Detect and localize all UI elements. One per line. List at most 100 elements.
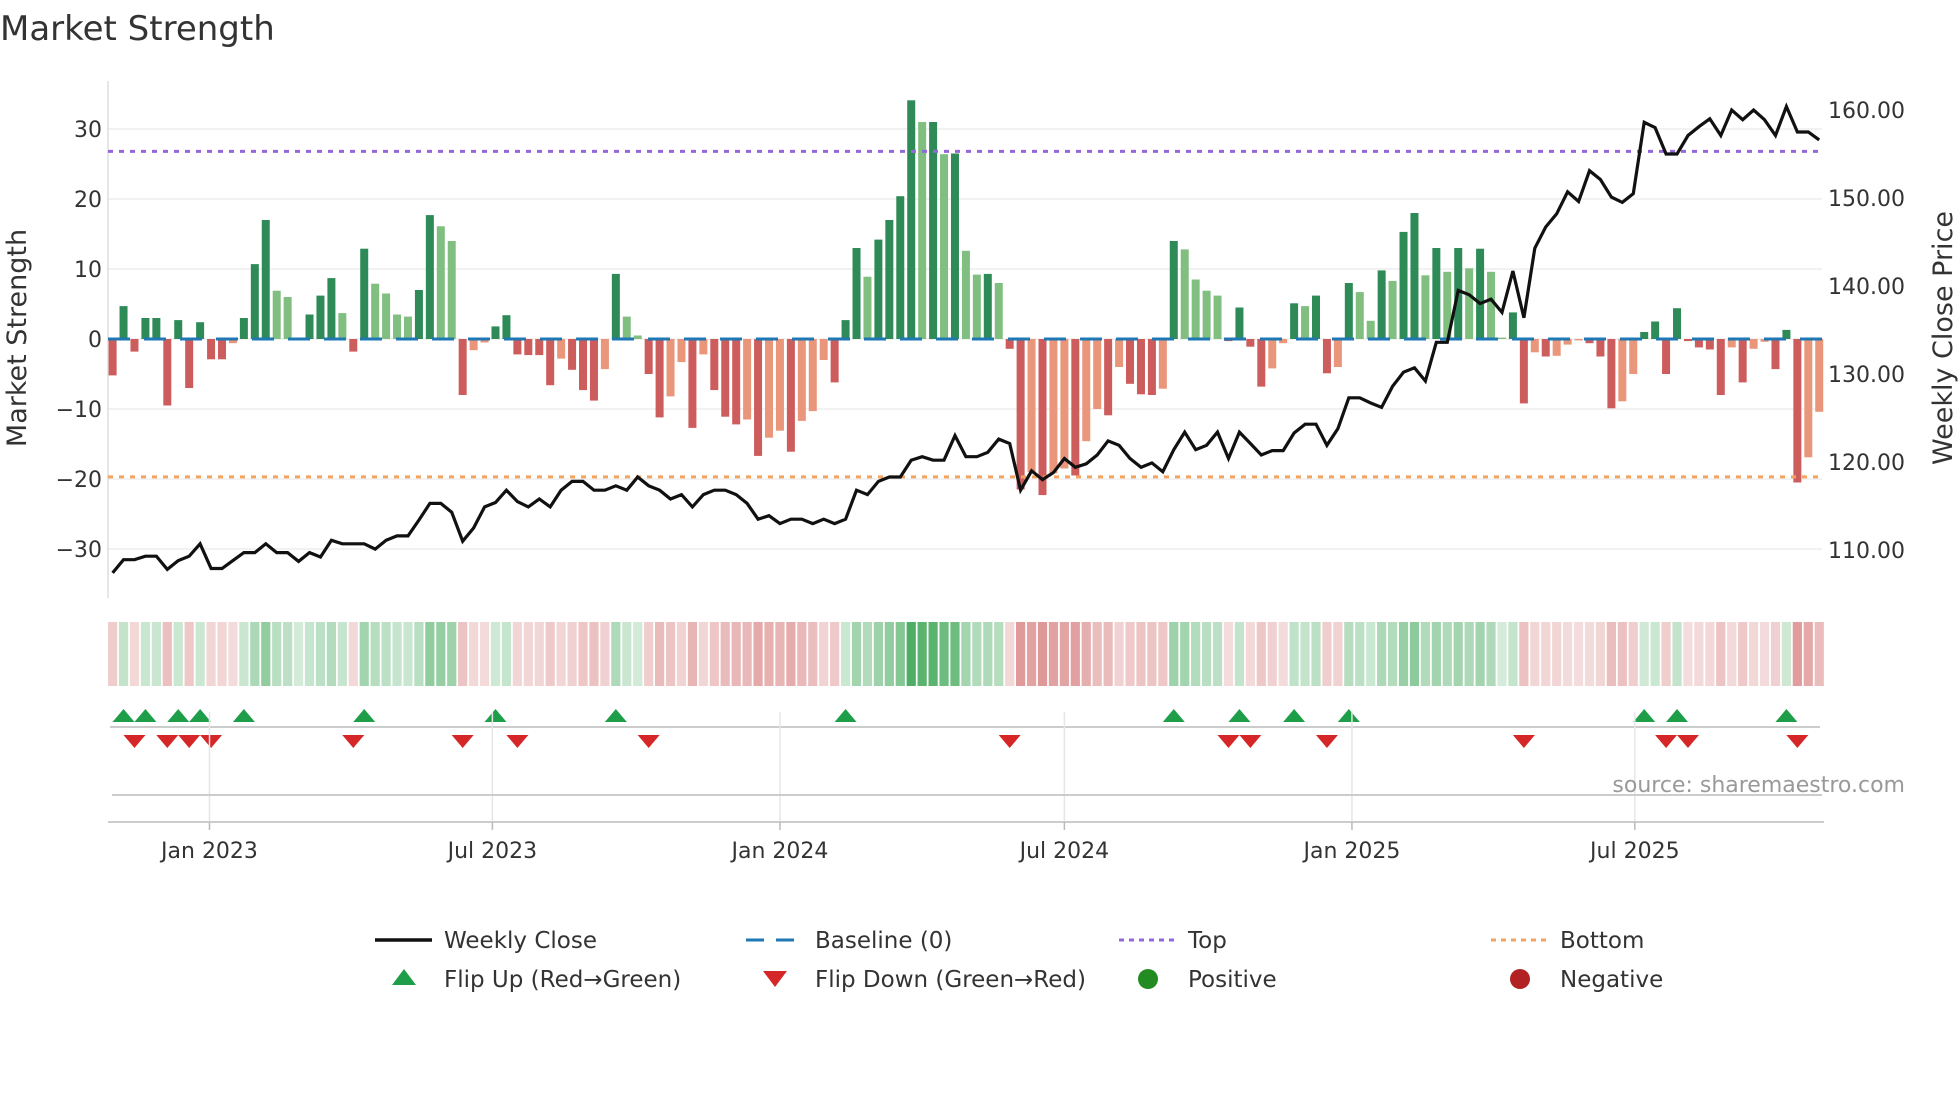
strip-cell xyxy=(1683,622,1693,686)
strength-bar xyxy=(1749,339,1758,349)
strip-cell xyxy=(983,622,993,686)
strip-cell xyxy=(655,622,665,686)
strip-cell xyxy=(709,622,719,686)
strength-bar xyxy=(1071,339,1080,476)
strip-cell xyxy=(326,622,336,686)
strength-bar xyxy=(1388,280,1397,339)
strength-bar xyxy=(108,339,117,376)
strip-cell xyxy=(129,622,140,686)
legend-item-up: Flip Up (Red→Green) xyxy=(392,967,681,993)
strip-cell xyxy=(578,622,588,686)
strip-cell xyxy=(994,622,1004,686)
strip-cell xyxy=(1409,622,1420,686)
strength-bar xyxy=(513,339,522,355)
y-axis-label-right: Weekly Close Price xyxy=(1928,211,1959,465)
strength-bar xyxy=(1377,270,1386,339)
strength-bar xyxy=(1487,271,1496,339)
strength-bar xyxy=(1016,339,1025,490)
strip-cell xyxy=(742,622,752,686)
strength-bar xyxy=(1202,290,1211,339)
strip-cell xyxy=(1661,622,1671,686)
strength-bar xyxy=(983,273,992,339)
flip-down-marker xyxy=(156,735,179,748)
strength-bar xyxy=(1541,339,1550,357)
strip-cell xyxy=(1475,622,1485,686)
flip-up-marker xyxy=(1228,709,1251,722)
left-tick-label: 10 xyxy=(74,258,102,283)
strength-bar xyxy=(207,339,216,360)
strength-bar xyxy=(710,339,719,391)
strength-bar xyxy=(152,318,161,339)
strip-cell xyxy=(600,622,610,686)
strip-cell xyxy=(436,622,446,686)
flip-up-marker xyxy=(1666,709,1689,722)
strip-cell xyxy=(545,622,555,686)
left-tick-label: −20 xyxy=(56,468,102,493)
flip-down-marker xyxy=(637,735,660,748)
strength-bar xyxy=(1049,339,1058,474)
strip-cell xyxy=(950,622,960,686)
strength-bar xyxy=(961,250,970,339)
strip-cell xyxy=(786,622,796,686)
strength-bar xyxy=(458,339,467,395)
strip-cell xyxy=(1486,622,1496,686)
strip-cell xyxy=(1016,622,1026,686)
strip-cell xyxy=(1377,622,1387,686)
strip-cell xyxy=(1070,622,1080,686)
flip-down-marker xyxy=(342,735,365,748)
strip-cell xyxy=(1114,622,1124,686)
left-tick-label: 20 xyxy=(74,188,102,213)
strip-cell xyxy=(1344,622,1354,686)
strip-cell xyxy=(239,622,249,686)
strength-bar xyxy=(163,339,172,406)
strip-cell xyxy=(676,622,687,686)
strength-bar xyxy=(775,339,784,431)
strip-cell xyxy=(458,622,468,686)
flip-up-icon xyxy=(392,969,416,985)
strip-cell xyxy=(1387,622,1398,686)
flip-down-marker xyxy=(123,735,146,748)
strength-bar xyxy=(1508,312,1517,339)
legend-label: Flip Up (Red→Green) xyxy=(444,967,681,993)
strength-bar xyxy=(622,316,631,339)
strength-bar xyxy=(1115,339,1124,367)
strip-cell xyxy=(1267,622,1277,686)
strip-cell xyxy=(1300,622,1310,686)
strength-bar xyxy=(119,306,128,339)
strength-bar xyxy=(1235,307,1244,339)
strength-bar xyxy=(644,339,653,374)
flip-up-marker xyxy=(353,709,376,722)
strip-cell xyxy=(1453,622,1463,686)
flip-down-marker xyxy=(506,735,529,748)
strength-bar xyxy=(1497,337,1506,339)
strength-bar xyxy=(1104,339,1113,416)
strength-bar xyxy=(1662,339,1671,374)
strip-cell xyxy=(1092,622,1102,686)
strip-cell xyxy=(261,622,271,686)
strength-bar xyxy=(349,339,358,352)
strength-bar xyxy=(414,290,423,339)
strength-bar xyxy=(1246,339,1255,347)
strength-bar xyxy=(1530,339,1539,353)
strip-cell xyxy=(808,622,818,686)
strength-bar xyxy=(1815,339,1824,412)
strength-bar xyxy=(557,339,566,359)
strip-cell xyxy=(173,622,183,686)
strip-cell xyxy=(1508,622,1518,686)
legend-item-dot-top: Top xyxy=(1119,928,1227,954)
strip-cell xyxy=(1202,622,1212,686)
legend-item-pos: Positive xyxy=(1138,967,1277,993)
flip-up-marker xyxy=(167,709,190,722)
strength-bar xyxy=(786,339,795,452)
strength-bar xyxy=(1366,320,1375,339)
flip-up-marker xyxy=(232,709,255,722)
market-strength-chart: Market Strength Market Strength Weekly C… xyxy=(0,9,1959,993)
flip-up-marker xyxy=(1775,709,1798,722)
flip-down-marker xyxy=(1239,735,1262,748)
strip-cell xyxy=(501,622,512,686)
strip-cell xyxy=(1125,622,1135,686)
strip-cell xyxy=(304,622,315,686)
strength-bar xyxy=(272,290,281,339)
strength-bar xyxy=(830,339,839,383)
strip-cell xyxy=(1672,622,1682,686)
